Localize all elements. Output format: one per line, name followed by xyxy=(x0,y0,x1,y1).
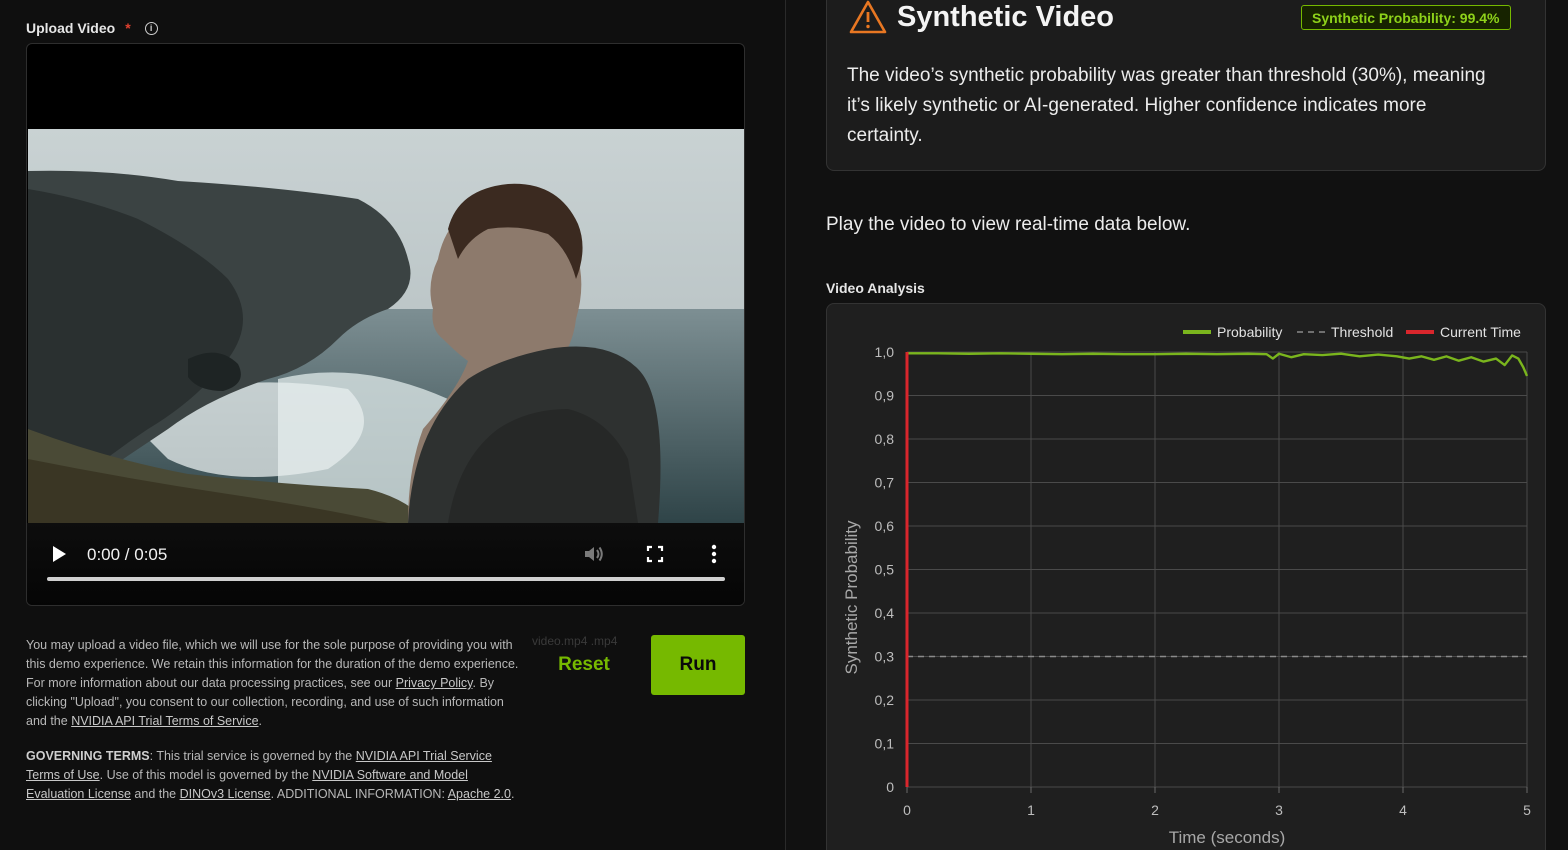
video-analysis-chart: 0 0,1 0,2 0,3 0,4 0,5 0,6 0,7 0,8 0,9 1,0 0 1 2 3 4 5 Tim… xyxy=(826,303,1546,850)
dinov3-license-link[interactable]: DINOv3 License xyxy=(180,787,271,801)
result-card: Synthetic Video Synthetic Probability: 9… xyxy=(826,0,1546,171)
y-tick-label: 0,2 xyxy=(875,692,895,708)
governing-text-4: . ADDITIONAL INFORMATION: xyxy=(270,787,448,801)
x-tick-label: 4 xyxy=(1399,802,1407,818)
x-tick-label: 5 xyxy=(1523,802,1531,818)
x-axis-label: Time (seconds) xyxy=(1169,828,1286,847)
x-tick-label: 0 xyxy=(903,802,911,818)
upload-video-label: Upload Video * i xyxy=(26,20,158,36)
result-title: Synthetic Video xyxy=(897,1,1115,33)
chart-svg: 0 0,1 0,2 0,3 0,4 0,5 0,6 0,7 0,8 0,9 1,0 0 1 2 3 4 5 Tim… xyxy=(842,324,1531,847)
y-tick-label: 0,9 xyxy=(875,388,895,404)
governing-text-3: and the xyxy=(130,787,180,801)
y-tick-label: 0,3 xyxy=(875,649,895,665)
video-progress-bar[interactable] xyxy=(47,577,725,581)
probability-line xyxy=(907,352,1529,377)
governing-terms-heading: GOVERNING TERMS xyxy=(26,749,150,763)
x-tick-label: 3 xyxy=(1275,802,1283,818)
y-axis-label: Synthetic Probability xyxy=(842,520,861,675)
governing-text-5: . xyxy=(510,787,515,801)
probability-badge: Synthetic Probability: 99.4% xyxy=(1301,5,1511,30)
video-frame-image xyxy=(28,129,744,523)
x-tick-label: 1 xyxy=(1027,802,1035,818)
play-hint: Play the video to view real-time data be… xyxy=(826,214,1191,235)
y-tick-label: 0,8 xyxy=(875,431,895,447)
y-tick-label: 0,7 xyxy=(875,475,895,491)
legend-label-threshold: Threshold xyxy=(1331,324,1393,340)
video-player[interactable]: 0:00 / 0:05 xyxy=(26,43,745,606)
upload-disclaimer: You may upload a video file, which we wi… xyxy=(26,636,526,731)
upload-panel: Upload Video * i 0:00 / 0:05 video.mp4 .… xyxy=(0,0,786,850)
legend-label-probability: Probability xyxy=(1217,324,1282,340)
chart-section-label: Video Analysis xyxy=(826,280,925,296)
y-tick-label: 1,0 xyxy=(875,344,895,360)
governing-text-2: . Use of this model is governed by the xyxy=(99,768,313,782)
run-button[interactable]: Run xyxy=(651,635,745,695)
governing-terms: GOVERNING TERMS: This trial service is g… xyxy=(26,747,516,804)
upload-label-text: Upload Video xyxy=(26,20,116,36)
reset-button[interactable]: Reset xyxy=(540,636,628,694)
fullscreen-icon[interactable] xyxy=(646,545,664,563)
video-controls: 0:00 / 0:05 xyxy=(27,523,744,605)
y-tick-label: 0 xyxy=(886,779,894,795)
result-description: The video’s synthetic probability was gr… xyxy=(847,65,1486,146)
y-tick-label: 0,4 xyxy=(875,605,895,621)
play-icon[interactable] xyxy=(51,545,67,563)
y-tick-label: 0,1 xyxy=(875,736,895,752)
privacy-policy-link[interactable]: Privacy Policy xyxy=(396,676,473,690)
trial-terms-link[interactable]: NVIDIA API Trial Terms of Service xyxy=(71,714,258,728)
required-mark: * xyxy=(125,20,131,36)
apache-license-link[interactable]: Apache 2.0 xyxy=(448,787,511,801)
more-options-icon[interactable] xyxy=(711,544,717,564)
y-tick-label: 0,5 xyxy=(875,562,895,578)
info-icon[interactable]: i xyxy=(144,21,158,35)
video-time: 0:00 / 0:05 xyxy=(87,545,168,564)
legend-label-current-time: Current Time xyxy=(1440,324,1521,340)
x-tick-label: 2 xyxy=(1151,802,1159,818)
y-tick-label: 0,6 xyxy=(875,518,895,534)
volume-icon[interactable] xyxy=(583,544,605,564)
disclaimer-text-3: . xyxy=(258,714,263,728)
warning-icon xyxy=(849,0,887,34)
column-divider xyxy=(785,0,786,850)
governing-text-1: : This trial service is governed by the xyxy=(149,749,356,763)
